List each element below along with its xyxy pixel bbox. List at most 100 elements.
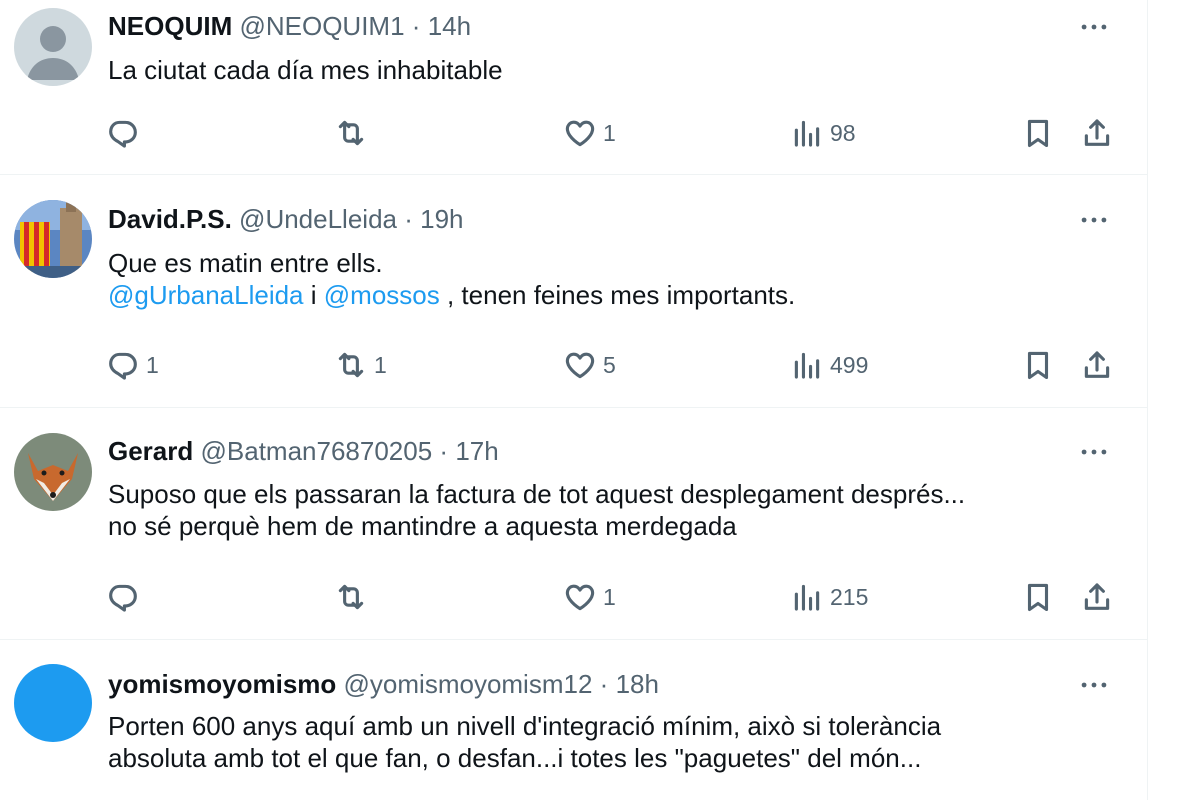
- retweet-icon: [334, 116, 368, 150]
- tweet[interactable]: yomismoyomismo @yomismoyomism12 · 18h Po…: [0, 640, 1148, 800]
- retweet-count: 1: [374, 352, 387, 378]
- like-button[interactable]: 1: [563, 577, 616, 617]
- separator-dot: ·: [404, 204, 413, 234]
- like-button[interactable]: 1: [563, 113, 616, 153]
- tweet-text: Que es matin entre ells. @gUrbanaLleida …: [108, 247, 1108, 311]
- tweet-feed: NEOQUIM @NEOQUIM1 · 14h La ciutat cada d…: [0, 0, 1148, 800]
- views-chart-icon: [790, 348, 824, 382]
- tweet-header: NEOQUIM @NEOQUIM1 · 14h: [108, 9, 1078, 43]
- avatar[interactable]: [14, 8, 92, 86]
- share-icon: [1080, 116, 1114, 150]
- tweet-text-line: absoluta amb tot el que fan, o desfan...…: [108, 743, 922, 773]
- user-handle[interactable]: @UndeLleida: [239, 204, 397, 234]
- reply-icon: [106, 116, 140, 150]
- retweet-button[interactable]: [334, 577, 374, 617]
- mention-link[interactable]: @gUrbanaLleida: [108, 280, 304, 310]
- share-icon: [1080, 580, 1114, 614]
- bookmark-button[interactable]: [1018, 113, 1058, 153]
- timestamp[interactable]: 19h: [420, 204, 463, 234]
- display-name[interactable]: yomismoyomismo: [108, 669, 336, 699]
- tweet-header: yomismoyomismo @yomismoyomism12 · 18h: [108, 667, 1078, 701]
- flag-photo-avatar: [14, 200, 92, 278]
- separator-dot: ·: [411, 11, 421, 41]
- view-count: 215: [830, 584, 869, 610]
- retweet-button[interactable]: [334, 113, 374, 153]
- more-dots-icon: [1077, 203, 1111, 237]
- views-button[interactable]: 215: [790, 577, 868, 617]
- like-count: 1: [603, 584, 616, 610]
- views-button[interactable]: 98: [790, 113, 856, 153]
- heart-icon: [563, 116, 597, 150]
- tweet-text-line: no sé perquè hem de mantindre a aquesta …: [108, 511, 737, 541]
- more-options-button[interactable]: [1074, 437, 1114, 467]
- share-button[interactable]: [1077, 345, 1117, 385]
- user-handle[interactable]: @yomismoyomism12: [344, 669, 593, 699]
- tweet[interactable]: David.P.S. @UndeLleida · 19h Que es mati…: [0, 175, 1148, 408]
- bookmark-icon: [1021, 116, 1055, 150]
- tweet[interactable]: Gerard @Batman76870205 · 17h Suposo que …: [0, 408, 1148, 640]
- like-button[interactable]: 5: [563, 345, 616, 385]
- mention-link[interactable]: @mossos: [324, 280, 440, 310]
- view-count: 499: [830, 352, 869, 378]
- reply-count: 1: [146, 352, 159, 378]
- reply-button[interactable]: 1: [106, 345, 159, 385]
- retweet-icon: [334, 580, 368, 614]
- tweet-header: David.P.S. @UndeLleida · 19h: [108, 202, 1078, 236]
- tweet-text-line: Porten 600 anys aquí amb un nivell d'int…: [108, 711, 942, 741]
- tweet-text: Suposo que els passaran la factura de to…: [108, 478, 1108, 542]
- more-dots-icon: [1077, 435, 1111, 469]
- reply-button[interactable]: [106, 577, 146, 617]
- more-dots-icon: [1077, 10, 1111, 44]
- avatar[interactable]: [14, 664, 92, 742]
- more-options-button[interactable]: [1074, 12, 1114, 42]
- tweet-text-line: Suposo que els passaran la factura de to…: [108, 479, 966, 509]
- tweet-text-fragment: i: [303, 280, 324, 310]
- display-name[interactable]: David.P.S.: [108, 204, 232, 234]
- tweet-text-line: La ciutat cada día mes inhabitable: [108, 55, 503, 85]
- tweet-text-line: @gUrbanaLleida i @mossos , tenen feines …: [108, 279, 1108, 311]
- heart-icon: [563, 580, 597, 614]
- display-name[interactable]: NEOQUIM: [108, 11, 232, 41]
- views-button[interactable]: 499: [790, 345, 868, 385]
- user-handle[interactable]: @NEOQUIM1: [239, 11, 404, 41]
- timestamp[interactable]: 17h: [455, 436, 498, 466]
- more-options-button[interactable]: [1074, 205, 1114, 235]
- tweet[interactable]: NEOQUIM @NEOQUIM1 · 14h La ciutat cada d…: [0, 0, 1148, 175]
- fox-photo-avatar: [14, 433, 92, 511]
- action-bar: 1 215: [0, 577, 1148, 617]
- view-count: 98: [830, 120, 856, 146]
- bookmark-icon: [1021, 348, 1055, 382]
- tweet-text: La ciutat cada día mes inhabitable: [108, 54, 1108, 86]
- reply-button[interactable]: [106, 113, 146, 153]
- share-button[interactable]: [1077, 577, 1117, 617]
- default-avatar-icon: [27, 26, 79, 80]
- reply-icon: [106, 348, 140, 382]
- more-options-button[interactable]: [1074, 670, 1114, 700]
- action-bar: 1 1 5 499: [0, 345, 1148, 385]
- display-name[interactable]: Gerard: [108, 436, 193, 466]
- more-dots-icon: [1077, 668, 1111, 702]
- action-bar: 1 98: [0, 113, 1148, 153]
- reply-icon: [106, 580, 140, 614]
- bookmark-button[interactable]: [1018, 345, 1058, 385]
- views-chart-icon: [790, 116, 824, 150]
- timestamp[interactable]: 14h: [428, 11, 471, 41]
- like-count: 1: [603, 120, 616, 146]
- share-icon: [1080, 348, 1114, 382]
- bookmark-icon: [1021, 580, 1055, 614]
- tweet-text: Porten 600 anys aquí amb un nivell d'int…: [108, 710, 1108, 774]
- tweet-text-line: Que es matin entre ells.: [108, 248, 383, 278]
- views-chart-icon: [790, 580, 824, 614]
- user-handle[interactable]: @Batman76870205: [201, 436, 433, 466]
- timestamp[interactable]: 18h: [616, 669, 659, 699]
- tweet-header: Gerard @Batman76870205 · 17h: [108, 434, 1078, 468]
- retweet-icon: [334, 348, 368, 382]
- bookmark-button[interactable]: [1018, 577, 1058, 617]
- retweet-button[interactable]: 1: [334, 345, 387, 385]
- share-button[interactable]: [1077, 113, 1117, 153]
- like-count: 5: [603, 352, 616, 378]
- avatar[interactable]: [14, 433, 92, 511]
- avatar[interactable]: [14, 200, 92, 278]
- separator-dot: ·: [599, 669, 609, 699]
- separator-dot: ·: [439, 436, 449, 466]
